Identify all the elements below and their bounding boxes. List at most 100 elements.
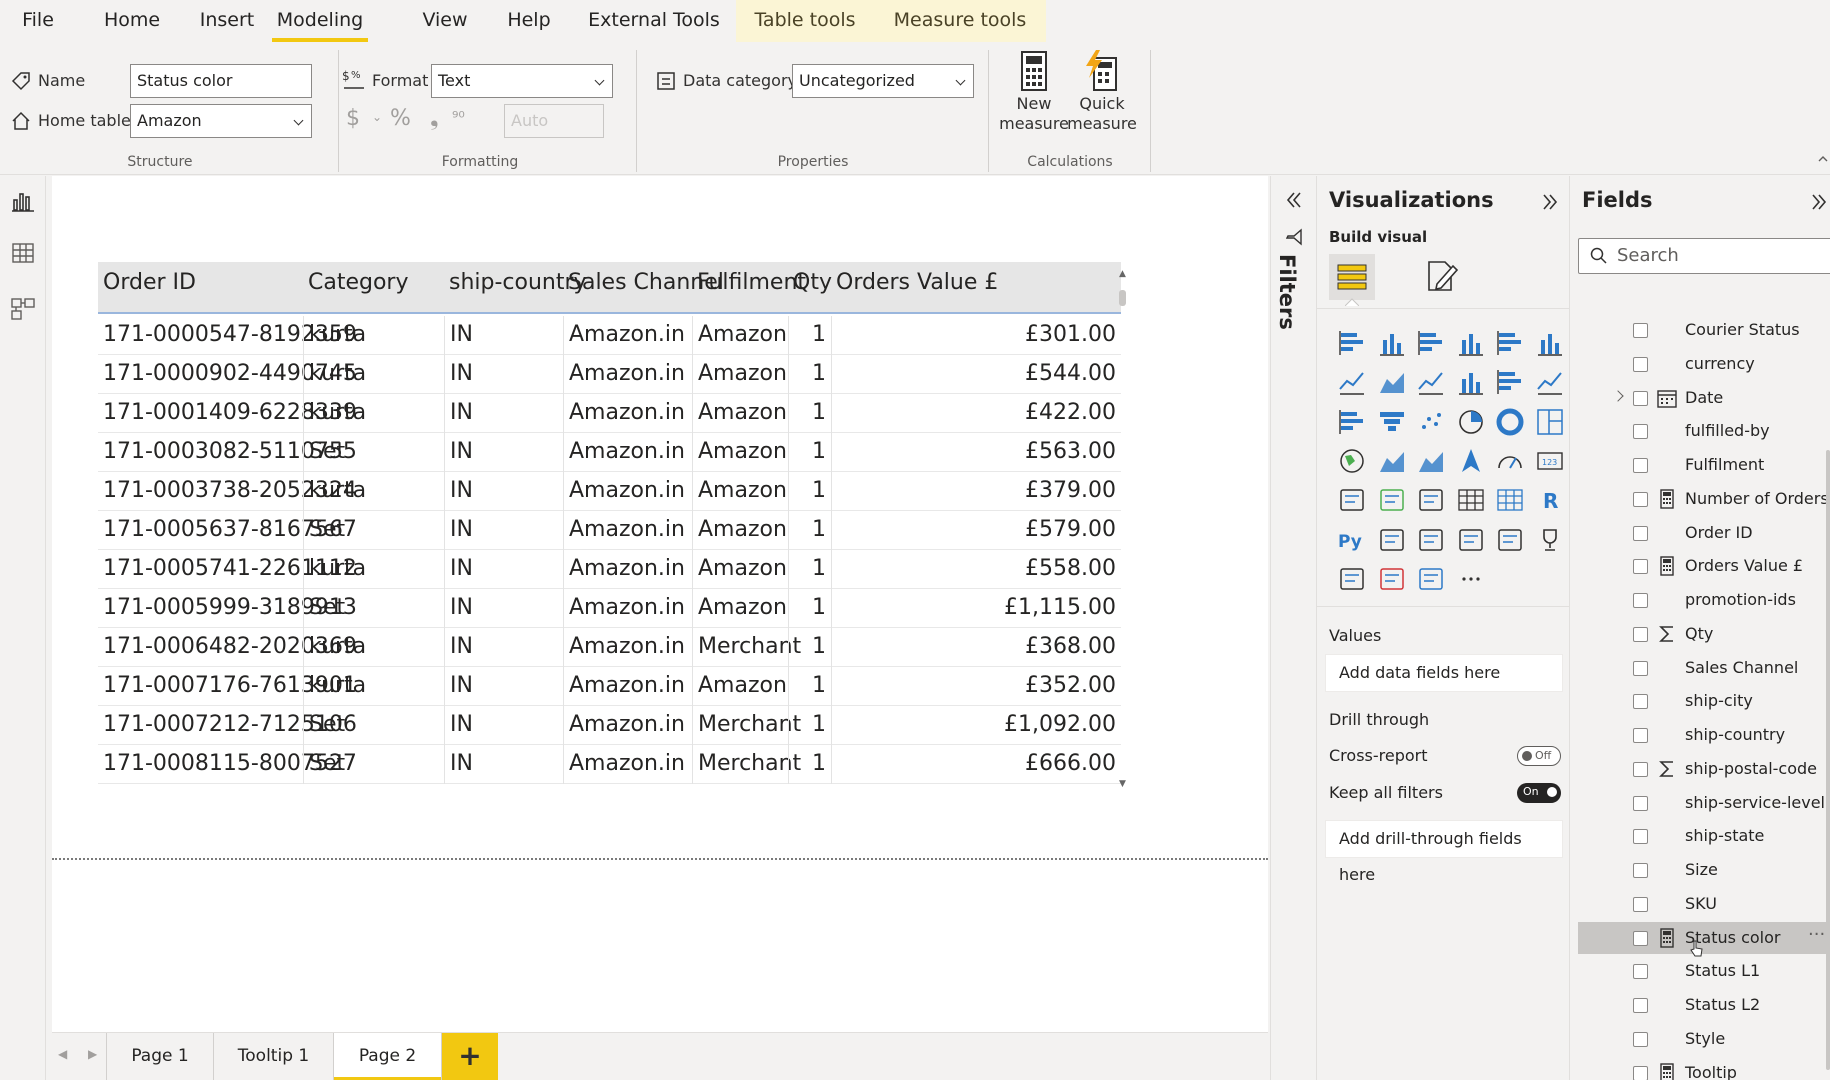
field-checkbox[interactable] — [1633, 1065, 1648, 1080]
r-script-visual-icon[interactable]: R — [1535, 485, 1565, 515]
field-checkbox[interactable] — [1633, 323, 1648, 338]
home-table-select[interactable]: Amazon — [130, 104, 312, 138]
table-row[interactable]: 171-0006482-2020369 kurta IN Amazon.in Merch… — [98, 628, 1121, 667]
field-item[interactable]: Tooltip — [1578, 1057, 1830, 1080]
page-tab-tooltip-1[interactable]: Tooltip 1 — [214, 1033, 334, 1080]
more-options-icon[interactable]: ··· — [1808, 922, 1825, 948]
paginated-report-icon[interactable] — [1337, 564, 1367, 594]
currency-icon[interactable]: $ — [346, 106, 360, 131]
table-scrollbar[interactable]: ▲ ▼ — [1118, 270, 1127, 790]
field-checkbox[interactable] — [1633, 356, 1648, 372]
field-item[interactable]: Status color ··· — [1578, 921, 1830, 956]
model-view-icon[interactable] — [10, 296, 36, 322]
clustered-bar-chart-icon[interactable] — [1416, 328, 1446, 358]
stacked-column-chart-icon[interactable] — [1377, 328, 1407, 358]
column-header[interactable]: ship-country — [444, 262, 587, 312]
table-icon[interactable] — [1456, 485, 1486, 515]
field-item[interactable]: Fulfilment — [1578, 449, 1830, 481]
azure-map-icon[interactable] — [1456, 446, 1486, 476]
100-stacked-column-chart-icon[interactable] — [1535, 328, 1565, 358]
table-row[interactable]: 171-0007176-7613901 kurta IN Amazon.in Amazo… — [98, 667, 1121, 706]
column-header[interactable]: Sales Channel — [563, 262, 724, 312]
power-apps-icon[interactable] — [1377, 564, 1407, 594]
column-header[interactable]: Order ID — [98, 262, 303, 312]
scroll-up-icon[interactable]: ▲ — [1118, 270, 1127, 279]
field-checkbox[interactable] — [1633, 660, 1648, 676]
tab-modeling[interactable]: Modeling — [272, 0, 368, 42]
tab-external-tools[interactable]: External Tools — [584, 0, 724, 42]
format-select[interactable]: Text — [431, 64, 613, 98]
tab-table-tools[interactable]: Table tools — [736, 0, 874, 42]
field-checkbox[interactable] — [1633, 795, 1648, 811]
filters-label[interactable]: Filters — [1275, 254, 1299, 330]
field-checkbox[interactable] — [1633, 694, 1648, 710]
field-checkbox[interactable] — [1633, 390, 1648, 406]
keep-all-filters-toggle[interactable]: On — [1517, 783, 1561, 803]
previous-page-icon[interactable]: ◀ — [58, 1047, 67, 1061]
table-row[interactable]: 171-0001409-6228339 kurta IN Amazon.in Amazo… — [98, 394, 1121, 433]
ribbon-chart-icon[interactable] — [1535, 367, 1565, 397]
shape-map-icon[interactable] — [1416, 446, 1446, 476]
name-field[interactable]: Status color — [130, 64, 312, 98]
field-item[interactable]: ship-city — [1578, 685, 1830, 717]
table-row[interactable]: 171-0007212-7125106 Set IN Amazon.in Merchan… — [98, 706, 1121, 745]
field-checkbox[interactable] — [1633, 626, 1648, 642]
map-icon[interactable] — [1337, 446, 1367, 476]
table-row[interactable]: 171-0005999-3189913 Set IN Amazon.in Amazon 1… — [98, 589, 1121, 628]
field-checkbox[interactable] — [1633, 829, 1648, 845]
goals-icon[interactable] — [1535, 525, 1565, 555]
collapse-visualizations-icon[interactable] — [1541, 192, 1561, 212]
line-and-column-chart-icon[interactable] — [1456, 367, 1486, 397]
field-checkbox[interactable] — [1633, 559, 1648, 575]
key-influencers-icon[interactable] — [1377, 525, 1407, 555]
field-item[interactable]: Size — [1578, 854, 1830, 886]
decimal-icon[interactable]: ⁹⁰ — [452, 108, 465, 127]
stacked-bar-chart-icon[interactable] — [1337, 328, 1367, 358]
field-item[interactable]: Date — [1578, 382, 1830, 414]
column-header[interactable]: Category — [303, 262, 444, 312]
line-and-clustered-column-chart-icon[interactable] — [1495, 367, 1525, 397]
funnel-chart-icon[interactable] — [1377, 407, 1407, 437]
scroll-thumb[interactable] — [1119, 290, 1126, 306]
add-page-button[interactable]: + — [442, 1033, 498, 1080]
field-item[interactable]: ship-service-level — [1578, 787, 1830, 819]
column-header[interactable]: Orders Value £ — [831, 262, 998, 312]
collapse-fields-icon[interactable] — [1810, 192, 1830, 212]
column-header[interactable]: Qty — [788, 262, 832, 312]
scroll-down-icon[interactable]: ▼ — [1118, 780, 1127, 789]
field-checkbox[interactable] — [1633, 728, 1648, 743]
kpi-icon[interactable] — [1377, 485, 1407, 515]
scatter-chart-icon[interactable] — [1416, 407, 1446, 437]
gauge-icon[interactable] — [1495, 446, 1525, 476]
tab-view[interactable]: View — [410, 0, 480, 42]
chevron-right-icon[interactable] — [1612, 389, 1624, 402]
field-item[interactable]: currency — [1578, 348, 1830, 380]
quick-measure-button[interactable]: Quick measure — [1058, 50, 1146, 134]
cross-report-toggle[interactable]: Off — [1517, 746, 1561, 766]
table-row[interactable]: 171-0005637-8167567 Set IN Amazon.in Amazon 1… — [98, 511, 1121, 550]
tab-home[interactable]: Home — [92, 0, 172, 42]
fields-scrollbar[interactable] — [1826, 450, 1830, 1070]
smart-narrative-icon[interactable] — [1495, 525, 1525, 555]
field-checkbox[interactable] — [1633, 424, 1648, 440]
line-chart-icon[interactable] — [1337, 367, 1367, 397]
tab-file[interactable]: File — [10, 0, 66, 42]
field-item[interactable]: Status L1 — [1578, 955, 1830, 987]
field-item[interactable]: ship-state — [1578, 820, 1830, 852]
table-row[interactable]: 171-0005741-2261112 kurta IN Amazon.in Amazo… — [98, 550, 1121, 589]
tab-measure-tools[interactable]: Measure tools — [874, 0, 1046, 42]
next-page-icon[interactable]: ▶ — [88, 1047, 97, 1061]
donut-chart-icon[interactable] — [1495, 407, 1525, 437]
tab-help[interactable]: Help — [496, 0, 562, 42]
field-item[interactable]: Style — [1578, 1023, 1830, 1055]
field-checkbox[interactable] — [1633, 593, 1648, 608]
python-visual-icon[interactable]: Py — [1337, 525, 1367, 555]
field-item[interactable]: promotion-ids — [1578, 584, 1830, 616]
drill-through-drop-zone[interactable]: Add drill-through fields here — [1325, 820, 1563, 884]
field-item[interactable]: Order ID — [1578, 517, 1830, 549]
decomposition-tree-icon[interactable] — [1416, 525, 1446, 555]
build-visual-tab[interactable] — [1329, 254, 1375, 300]
table-row[interactable]: 171-0008115-8007527 Set IN Amazon.in Merchan… — [98, 745, 1121, 784]
field-item[interactable]: ship-country — [1578, 719, 1830, 751]
slicer-icon[interactable] — [1416, 485, 1446, 515]
